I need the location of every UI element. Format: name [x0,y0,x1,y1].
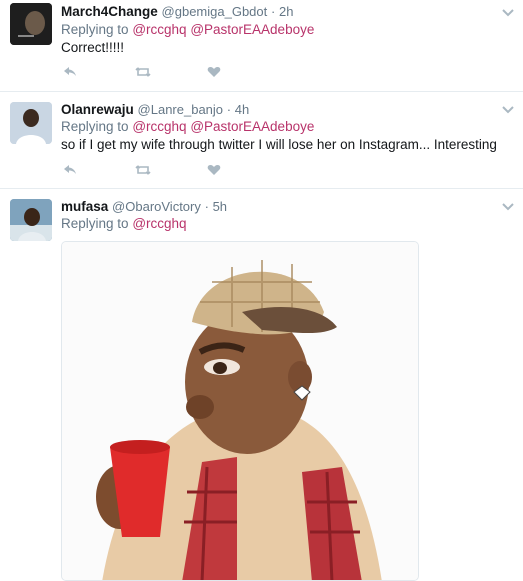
tweet-time[interactable]: · 4h [227,102,249,117]
emoji-illustration [62,242,418,580]
mention-link[interactable]: @PastorEAAdeboye [190,22,314,37]
user-name[interactable]: Olanrewaju [61,102,134,117]
replying-to: Replying to @rccghq [61,216,187,231]
retweet-icon[interactable] [135,164,151,176]
tweet-media-image[interactable] [61,241,419,581]
avatar[interactable] [10,102,52,144]
avatar[interactable] [10,199,52,241]
avatar[interactable] [10,3,52,45]
chevron-down-icon[interactable] [501,8,515,18]
mention-link[interactable]: @rccghq [132,119,186,134]
like-icon[interactable] [207,164,221,176]
retweet-icon[interactable] [135,66,151,78]
replying-to: Replying to @rccghq @PastorEAAdeboye [61,119,315,134]
user-name[interactable]: mufasa [61,199,108,214]
chevron-down-icon[interactable] [501,202,515,212]
tweet-time[interactable]: · 2h [271,4,293,19]
like-icon[interactable] [207,66,221,78]
user-handle[interactable]: @ObaroVictory [112,199,201,214]
user-handle[interactable]: @Lanre_banjo [138,102,223,117]
tweet-text: Correct!!!!! [61,40,125,55]
mention-link[interactable]: @rccghq [132,22,186,37]
tweet-time[interactable]: · 5h [205,199,227,214]
replying-to: Replying to @rccghq @PastorEAAdeboye [61,22,315,37]
user-name[interactable]: March4Change [61,4,158,19]
tweet-2[interactable]: Olanrewaju @Lanre_banjo · 4h Replying to… [0,92,523,189]
tweet-1[interactable]: March4Change @gbemiga_Gbdot · 2h Replyin… [0,0,523,92]
user-handle[interactable]: @gbemiga_Gbdot [162,4,268,19]
tweet-text: so if I get my wife through twitter I wi… [61,137,497,152]
mention-link[interactable]: @PastorEAAdeboye [190,119,314,134]
chevron-down-icon[interactable] [501,105,515,115]
reply-icon[interactable] [63,66,77,78]
mention-link[interactable]: @rccghq [132,216,186,231]
reply-icon[interactable] [63,164,77,176]
